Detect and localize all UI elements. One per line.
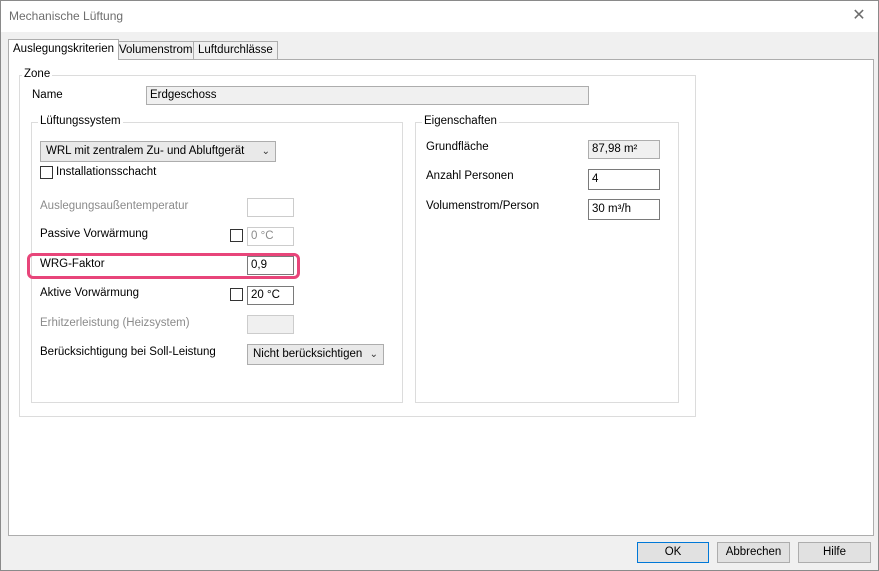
passive-vorwaermung-field[interactable]: 0 °C bbox=[247, 227, 294, 246]
tab-auslegungskriterien[interactable]: Auslegungskriterien bbox=[8, 39, 120, 60]
ok-button[interactable]: OK bbox=[637, 542, 709, 563]
grundflaeche-field[interactable]: 87,98 m² bbox=[588, 140, 660, 159]
volumenstrom-person-field[interactable]: 30 m³/h bbox=[588, 199, 660, 220]
erhitzerleistung-label: Erhitzerleistung (Heizsystem) bbox=[40, 317, 190, 329]
installationsschacht-checkbox[interactable] bbox=[40, 166, 53, 179]
anzahl-personen-field[interactable]: 4 bbox=[588, 169, 660, 190]
aktive-vorwaermung-label: Aktive Vorwärmung bbox=[40, 287, 140, 299]
volumenstrom-person-label: Volumenstrom/Person bbox=[426, 200, 540, 212]
anzahl-personen-label: Anzahl Personen bbox=[426, 170, 514, 182]
soll-leistung-combo[interactable]: Nicht berücksichtigen ⌄ bbox=[247, 344, 384, 365]
help-button[interactable]: Hilfe bbox=[798, 542, 871, 563]
dialog-window: Mechanische Lüftung ✕ Auslegungskriterie… bbox=[0, 0, 879, 571]
tab-luftdurchlaesse[interactable]: Luftdurchlässe bbox=[193, 41, 278, 59]
close-icon[interactable]: ✕ bbox=[848, 5, 870, 27]
tab-volumenstrom[interactable]: Volumenstrom bbox=[114, 41, 198, 59]
chevron-down-icon: ⌄ bbox=[369, 349, 378, 360]
erhitzerleistung-field[interactable] bbox=[247, 315, 294, 334]
name-field[interactable]: Erdgeschoss bbox=[146, 86, 589, 105]
aktive-vorwaermung-field[interactable]: 20 °C bbox=[247, 286, 294, 305]
system-combo[interactable]: WRL mit zentralem Zu- und Abluftgerät ⌄ bbox=[40, 141, 276, 162]
chevron-down-icon: ⌄ bbox=[261, 146, 270, 157]
eigenschaften-legend: Eigenschaften bbox=[422, 115, 499, 127]
lueftungssystem-legend: Lüftungssystem bbox=[38, 115, 123, 127]
auslegungstemp-label: Auslegungsaußentemperatur bbox=[40, 200, 189, 212]
soll-leistung-combo-value: Nicht berücksichtigen bbox=[253, 348, 363, 360]
title-bar: Mechanische Lüftung ✕ bbox=[1, 1, 878, 32]
tab-panel: Zone Name Erdgeschoss Lüftungssystem WRL… bbox=[8, 59, 874, 536]
eigenschaften-group: Eigenschaften Grundfläche 87,98 m² Anzah… bbox=[415, 115, 679, 403]
grundflaeche-label: Grundfläche bbox=[426, 141, 489, 153]
zone-group: Zone Name Erdgeschoss Lüftungssystem WRL… bbox=[19, 68, 696, 417]
aktive-vorwaermung-checkbox[interactable] bbox=[230, 288, 243, 301]
auslegungstemp-field[interactable] bbox=[247, 198, 294, 217]
wrg-faktor-highlight bbox=[27, 253, 300, 279]
name-label: Name bbox=[32, 89, 63, 101]
system-combo-value: WRL mit zentralem Zu- und Abluftgerät bbox=[46, 145, 245, 157]
cancel-button[interactable]: Abbrechen bbox=[717, 542, 790, 563]
passive-vorwaermung-label: Passive Vorwärmung bbox=[40, 228, 149, 240]
zone-legend: Zone bbox=[22, 68, 53, 80]
installationsschacht-label: Installationsschacht bbox=[56, 166, 157, 178]
passive-vorwaermung-checkbox[interactable] bbox=[230, 229, 243, 242]
window-title: Mechanische Lüftung bbox=[9, 9, 124, 23]
soll-leistung-label: Berücksichtigung bei Soll-Leistung bbox=[40, 346, 216, 358]
